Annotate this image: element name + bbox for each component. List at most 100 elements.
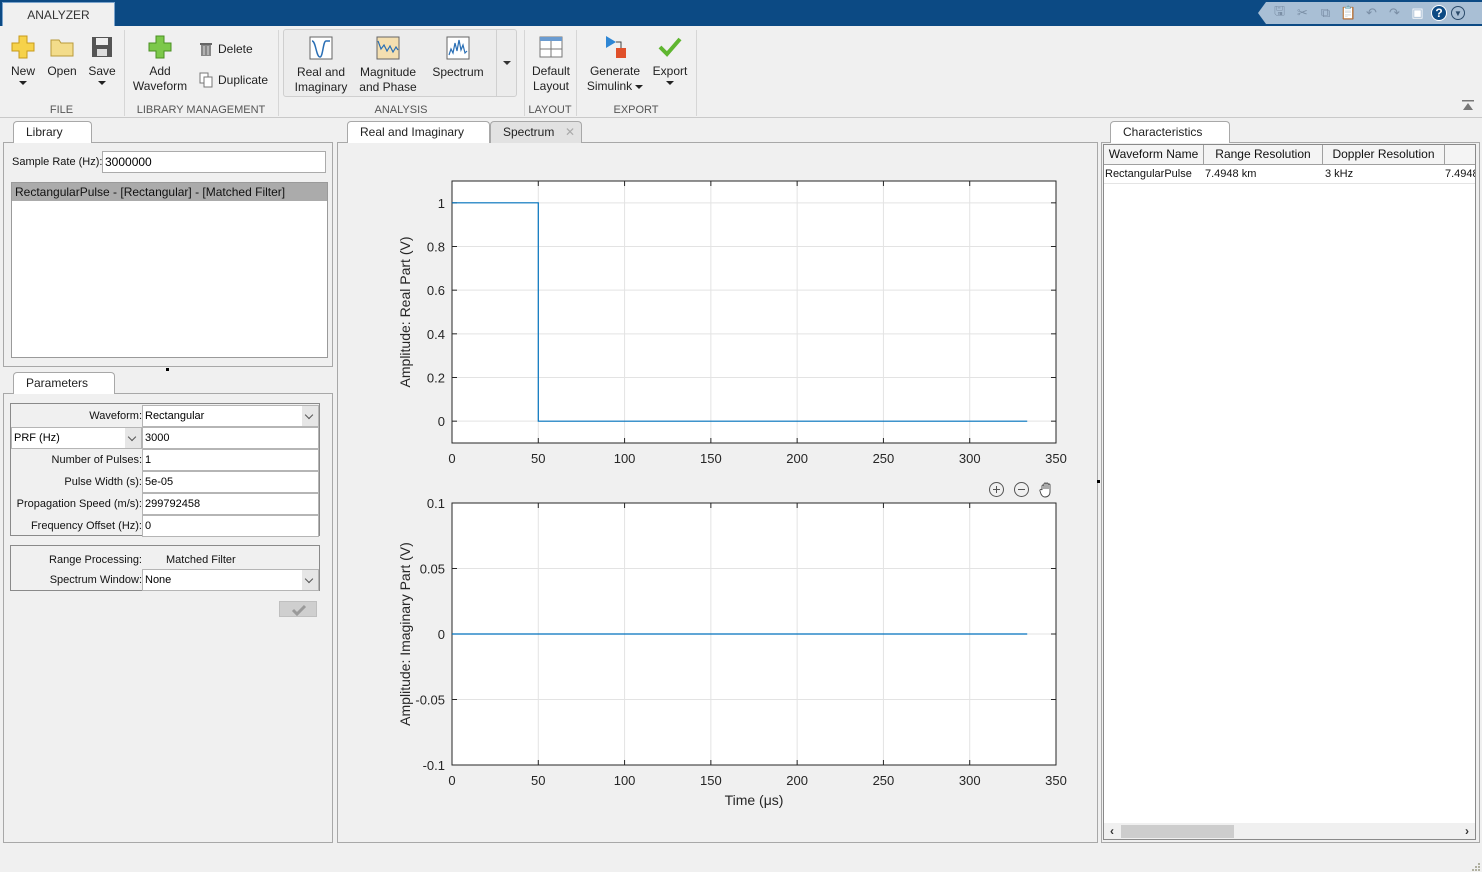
spectrum-window-row: Spectrum Window: None — [11, 569, 319, 591]
y-tick-label: -0.05 — [415, 693, 445, 708]
pan-hand-icon[interactable] — [1038, 481, 1055, 498]
resize-grip-icon[interactable] — [1471, 862, 1481, 872]
plots-canvas: 0 50 100 150 200 250 300 350 0 0.2 0.4 0.6 0.8 1 Ampli… — [397, 180, 1067, 808]
cell-waveform-name: RectangularPulse — [1105, 168, 1192, 180]
spectrum-window-select[interactable]: None — [142, 569, 319, 591]
row-divider — [1104, 183, 1475, 184]
section-label-library: LIBRARY MANAGEMENT — [136, 104, 266, 116]
close-icon[interactable]: ✕ — [565, 122, 575, 142]
default-layout-button[interactable]: Default Layout — [528, 34, 574, 94]
column-header-waveform-name[interactable]: Waveform Name — [1104, 145, 1204, 165]
num-pulses-row: Number of Pulses: 1 — [11, 449, 319, 471]
tab-real-and-imaginary[interactable]: Real and Imaginary — [347, 121, 490, 143]
duplicate-button[interactable]: Duplicate — [199, 72, 268, 88]
checkmark-icon — [291, 604, 307, 617]
real-and-imaginary-button[interactable]: Real and Imaginary — [290, 35, 352, 95]
scroll-right-icon[interactable]: › — [1460, 823, 1474, 839]
pulse-width-input[interactable]: 5e-05 — [142, 471, 319, 493]
add-waveform-button[interactable]: Add Waveform — [131, 34, 189, 94]
x-tick-label: 350 — [1045, 773, 1067, 788]
splitter-handle[interactable] — [166, 368, 169, 371]
delete-button[interactable]: Delete — [199, 41, 253, 57]
column-header-range-resolution[interactable]: Range Resolution — [1204, 145, 1323, 165]
y-axis-label: Amplitude: Imaginary Part (V) — [397, 542, 413, 726]
sample-rate-label: Sample Rate (Hz): — [12, 156, 103, 168]
cell-range-resolution: 7.4948 km — [1205, 168, 1257, 180]
x-tick-label: 300 — [959, 451, 981, 466]
cell-extra: 7.4948 — [1445, 168, 1476, 180]
scrollbar-thumb[interactable] — [1121, 825, 1234, 838]
x-tick-label: 150 — [700, 451, 722, 466]
chevron-down-icon — [666, 81, 674, 85]
magnitude-and-phase-button[interactable]: Magnitude and Phase — [356, 35, 420, 95]
waveform-library-list[interactable]: RectangularPulse - [Rectangular] - [Matc… — [11, 182, 328, 358]
redo-icon[interactable]: ↷ — [1385, 4, 1404, 22]
x-tick-label: 300 — [959, 773, 981, 788]
column-header-doppler-resolution[interactable]: Doppler Resolution — [1323, 145, 1445, 165]
x-tick-label: 100 — [614, 451, 636, 466]
tab-spectrum[interactable]: Spectrum ✕ — [490, 121, 582, 143]
processing-grid: Range Processing: Matched Filter Spectru… — [10, 545, 320, 591]
window-icon[interactable]: ▣ — [1408, 4, 1427, 22]
y-tick-label: 0 — [438, 627, 445, 642]
propagation-speed-input[interactable]: 299792458 — [142, 493, 319, 515]
magnitude-phase-plot-icon — [376, 36, 400, 60]
export-button[interactable]: Export — [651, 34, 689, 85]
pulse-width-row: Pulse Width (s): 5e-05 — [11, 471, 319, 493]
y-tick-label: 0.05 — [420, 562, 445, 577]
chevron-down-icon — [302, 570, 318, 590]
menu-icon[interactable]: ▼ — [1451, 6, 1465, 20]
spectrum-button[interactable]: Spectrum — [428, 35, 488, 80]
tab-characteristics[interactable]: Characteristics — [1110, 121, 1230, 143]
new-plus-icon — [11, 35, 35, 59]
x-tick-label: 50 — [531, 451, 545, 466]
frequency-offset-input[interactable]: 0 — [142, 515, 319, 537]
scroll-left-icon[interactable]: ‹ — [1105, 823, 1119, 839]
cut-icon[interactable]: ✂ — [1293, 4, 1312, 22]
list-item[interactable]: RectangularPulse - [Rectangular] - [Matc… — [12, 183, 327, 201]
copy-icon[interactable]: ⧉ — [1316, 4, 1335, 22]
frequency-offset-row: Frequency Offset (Hz): 0 — [11, 515, 319, 537]
characteristics-table: Waveform Name Range Resolution Doppler R… — [1103, 144, 1476, 839]
column-header-extra[interactable] — [1445, 145, 1475, 165]
range-processing-value: Matched Filter — [166, 554, 236, 566]
new-button[interactable]: New — [6, 34, 40, 85]
tab-parameters[interactable]: Parameters — [13, 372, 115, 394]
save-icon[interactable]: 🖫 — [1270, 3, 1289, 22]
paste-icon[interactable]: 📋 — [1339, 4, 1358, 22]
save-button[interactable]: Save — [85, 34, 119, 85]
tab-analyzer[interactable]: ANALYZER — [2, 2, 115, 27]
trash-icon — [200, 43, 212, 56]
y-tick-label: 0.4 — [427, 327, 445, 342]
y-tick-label: 0.2 — [427, 371, 445, 386]
undo-icon[interactable]: ↶ — [1362, 4, 1381, 22]
y-axis-label: Amplitude: Real Part (V) — [397, 237, 413, 388]
num-pulses-input[interactable]: 1 — [142, 449, 319, 471]
generate-simulink-button[interactable]: Generate Simulink — [583, 34, 647, 94]
prf-type-select[interactable]: PRF (Hz) — [11, 427, 142, 449]
zoom-in-icon[interactable] — [988, 481, 1005, 498]
x-tick-label: 350 — [1045, 451, 1067, 466]
range-processing-label: Range Processing: — [49, 554, 142, 566]
help-icon[interactable]: ? — [1431, 5, 1447, 21]
zoom-out-icon[interactable] — [1013, 481, 1030, 498]
file-section: New Open Save FILE — [0, 26, 123, 118]
section-label-analysis: ANALYSIS — [374, 104, 428, 116]
prf-input[interactable]: 3000 — [142, 427, 319, 449]
chevron-down-icon — [125, 428, 141, 448]
x-tick-label: 100 — [614, 773, 636, 788]
sample-rate-input[interactable]: 3000000 — [102, 151, 326, 173]
horizontal-scrollbar[interactable]: ‹ › — [1103, 823, 1476, 840]
chevron-down-icon — [302, 406, 318, 426]
tab-library[interactable]: Library — [13, 121, 92, 143]
y-tick-label: 0.1 — [427, 496, 445, 511]
splitter-handle[interactable] — [1097, 480, 1100, 483]
divider — [696, 30, 697, 116]
export-section: Generate Simulink Export EXPORT — [577, 26, 695, 118]
waveform-select[interactable]: Rectangular — [142, 405, 319, 427]
apply-button[interactable] — [279, 601, 317, 617]
open-button[interactable]: Open — [45, 34, 79, 79]
title-bar: ANALYZER 🖫 ✂ ⧉ 📋 ↶ ↷ ▣ ? ▼ — [0, 0, 1482, 27]
waveform-row: Waveform: Rectangular — [11, 405, 319, 427]
collapse-toolstrip-icon[interactable] — [1462, 100, 1474, 110]
